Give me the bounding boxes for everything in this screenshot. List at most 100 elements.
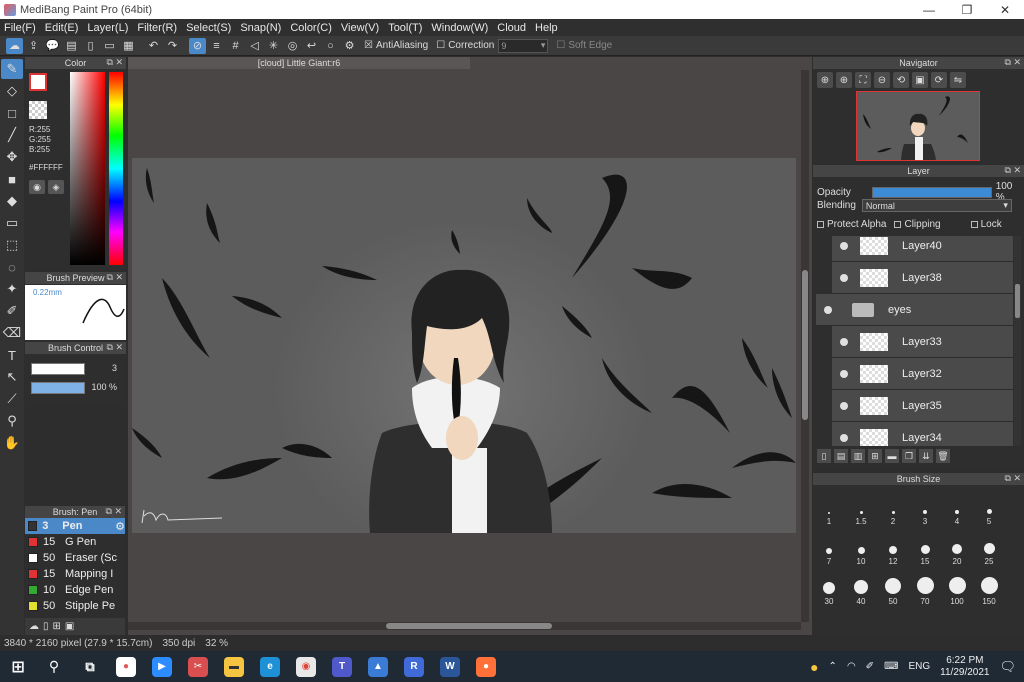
operation-tool-icon[interactable]: ↖ xyxy=(1,367,23,387)
dot-tool-icon[interactable]: □ xyxy=(1,103,23,123)
new-8bit-layer-icon[interactable]: ▥ xyxy=(851,449,865,463)
correction-checkbox[interactable]: ☐ xyxy=(436,40,445,51)
brush-size-option[interactable]: 2 xyxy=(877,487,909,527)
brush-list-item[interactable]: 15 Mapping I xyxy=(25,566,125,582)
layer-item[interactable]: Layer34 xyxy=(832,422,1013,446)
visibility-icon[interactable] xyxy=(840,241,848,250)
fill-rect-tool-icon[interactable]: ■ xyxy=(1,169,23,189)
wifi-icon[interactable]: ◠ xyxy=(847,661,856,672)
background-color-swatch[interactable] xyxy=(29,101,47,119)
line-tool-icon[interactable]: ╱ xyxy=(1,125,23,145)
brush-opacity-slider[interactable] xyxy=(31,382,85,394)
panel-close-icon[interactable]: ⧉ ✕ xyxy=(107,342,123,353)
redo-icon[interactable]: ↷ xyxy=(164,38,181,54)
brush-size-value[interactable]: 3 xyxy=(91,363,117,375)
notification-icon[interactable]: 🗨 xyxy=(999,659,1016,675)
panel-close-icon[interactable]: ⧉ ✕ xyxy=(107,57,123,68)
edge-browser-icon[interactable]: e xyxy=(260,656,280,677)
new-halftone-layer-icon[interactable]: ▤ xyxy=(834,449,848,463)
pen-icon[interactable]: ✐ xyxy=(866,661,874,672)
brush-size-option[interactable]: 1.5 xyxy=(845,487,877,527)
visibility-icon[interactable] xyxy=(840,369,848,378)
new-folder-icon[interactable]: ▬ xyxy=(885,449,899,463)
teams-app-icon[interactable]: T xyxy=(332,656,352,677)
saturation-value-picker[interactable] xyxy=(70,72,105,265)
firefox-browser-icon[interactable]: ● xyxy=(476,656,496,677)
snip-app-icon[interactable]: ✂ xyxy=(188,656,208,677)
menu-select[interactable]: Select(S) xyxy=(186,22,231,34)
brush-list-item[interactable]: 15 G Pen xyxy=(25,534,125,550)
layer-item[interactable]: Layer38 xyxy=(832,262,1013,294)
fullscreen-icon[interactable]: ▣ xyxy=(912,72,928,88)
flip-icon[interactable]: ⇋ xyxy=(950,72,966,88)
text-tool-icon[interactable]: T xyxy=(1,345,23,365)
merge-layer-icon[interactable]: ⇊ xyxy=(919,449,933,463)
task-view-icon[interactable]: ⧉ xyxy=(80,657,100,677)
new-brush-icon[interactable]: ▯ xyxy=(43,621,49,632)
zoom-icon[interactable]: ⊕ xyxy=(836,72,852,88)
cloud-download-icon[interactable]: ☁ xyxy=(29,621,39,632)
panel-close-icon[interactable]: ⧉ ✕ xyxy=(1005,57,1021,68)
move-tool-icon[interactable]: ✥ xyxy=(1,147,23,167)
panel-close-icon[interactable]: ⧉ ✕ xyxy=(1005,473,1021,484)
divide-tool-icon[interactable]: ⟋ xyxy=(1,389,23,409)
menu-filter[interactable]: Filter(R) xyxy=(137,22,177,34)
brush-size-option[interactable]: 25 xyxy=(973,527,1005,567)
clock[interactable]: 6:22 PM 11/29/2021 xyxy=(940,655,989,679)
add-brush-icon[interactable]: ⊞ xyxy=(53,621,61,632)
brush-size-option[interactable]: 1 xyxy=(813,487,845,527)
horizontal-scroll-thumb[interactable] xyxy=(386,623,552,629)
file-explorer-icon[interactable]: ▬ xyxy=(224,656,244,677)
panel-close-icon[interactable]: ⧉ ✕ xyxy=(106,506,122,517)
eraser-tool-icon[interactable]: ◇ xyxy=(1,81,23,101)
brush-settings-icon[interactable]: ⚙ xyxy=(115,520,125,533)
visibility-icon[interactable] xyxy=(840,337,848,346)
reader-app-icon[interactable]: R xyxy=(404,656,424,677)
layer-scroll-thumb[interactable] xyxy=(1015,284,1020,318)
chevron-up-icon[interactable]: ⌃ xyxy=(829,661,837,672)
brush-size-option[interactable]: 7 xyxy=(813,527,845,567)
rotate-right-icon[interactable]: ⟳ xyxy=(931,72,947,88)
keyboard-icon[interactable]: ⌨ xyxy=(884,661,898,672)
panel-icon[interactable]: ▤ xyxy=(63,38,80,54)
comment-icon[interactable]: 💬 xyxy=(44,38,61,54)
select-pen-tool-icon[interactable]: ✐ xyxy=(1,301,23,321)
select-eraser-tool-icon[interactable]: ⌫ xyxy=(1,323,23,343)
snap-settings-icon[interactable]: ⚙ xyxy=(341,38,358,54)
layer-item[interactable]: Layer32 xyxy=(832,358,1013,390)
search-icon[interactable]: ⚲ xyxy=(44,657,64,677)
brush-size-option[interactable]: 30 xyxy=(813,567,845,607)
layer-item[interactable]: Layer35 xyxy=(832,390,1013,422)
gradient-tool-icon[interactable]: ▭ xyxy=(1,213,23,233)
brush-size-option[interactable]: 5 xyxy=(973,487,1005,527)
blending-select[interactable]: Normal ▾ xyxy=(861,199,1012,212)
vertical-scroll-thumb[interactable] xyxy=(802,270,808,420)
layer-scrollbar[interactable] xyxy=(1014,236,1021,446)
magic-wand-tool-icon[interactable]: ✦ xyxy=(1,279,23,299)
panel-close-icon[interactable]: ⧉ ✕ xyxy=(107,272,123,283)
visibility-icon[interactable] xyxy=(840,433,848,442)
medibang-app-icon[interactable]: ● xyxy=(116,656,136,677)
new-layer-icon[interactable]: ▯ xyxy=(817,449,831,463)
visibility-icon[interactable] xyxy=(840,273,848,282)
brush-size-option[interactable]: 40 xyxy=(845,567,877,607)
rotate-left-icon[interactable]: ⟲ xyxy=(893,72,909,88)
brush-opacity-value[interactable]: 100 % xyxy=(91,382,117,394)
duplicate-layer-icon[interactable]: ❐ xyxy=(902,449,916,463)
zoom-app-icon[interactable]: ▶ xyxy=(152,656,172,677)
correction-select[interactable]: 9 ▾ xyxy=(498,38,549,53)
brush-size-option[interactable]: 20 xyxy=(941,527,973,567)
close-icon[interactable]: ✕ xyxy=(986,0,1024,19)
snap-ellipse-icon[interactable]: ○ xyxy=(322,38,339,54)
brush-size-option[interactable]: 100 xyxy=(941,567,973,607)
panel-close-icon[interactable]: ⧉ ✕ xyxy=(1005,165,1021,176)
bucket-tool-icon[interactable]: ◆ xyxy=(1,191,23,211)
hand-tool-icon[interactable]: ✋ xyxy=(1,433,23,453)
lasso-tool-icon[interactable]: ◌ xyxy=(1,257,23,277)
document-tab[interactable]: [cloud] Little Giant:r6 xyxy=(128,57,470,69)
snap-perspective-icon[interactable]: ◁ xyxy=(246,38,263,54)
brush-size-option[interactable]: 15 xyxy=(909,527,941,567)
menu-color[interactable]: Color(C) xyxy=(290,22,332,34)
protect-alpha-checkbox[interactable] xyxy=(817,221,824,228)
menu-window[interactable]: Window(W) xyxy=(431,22,488,34)
